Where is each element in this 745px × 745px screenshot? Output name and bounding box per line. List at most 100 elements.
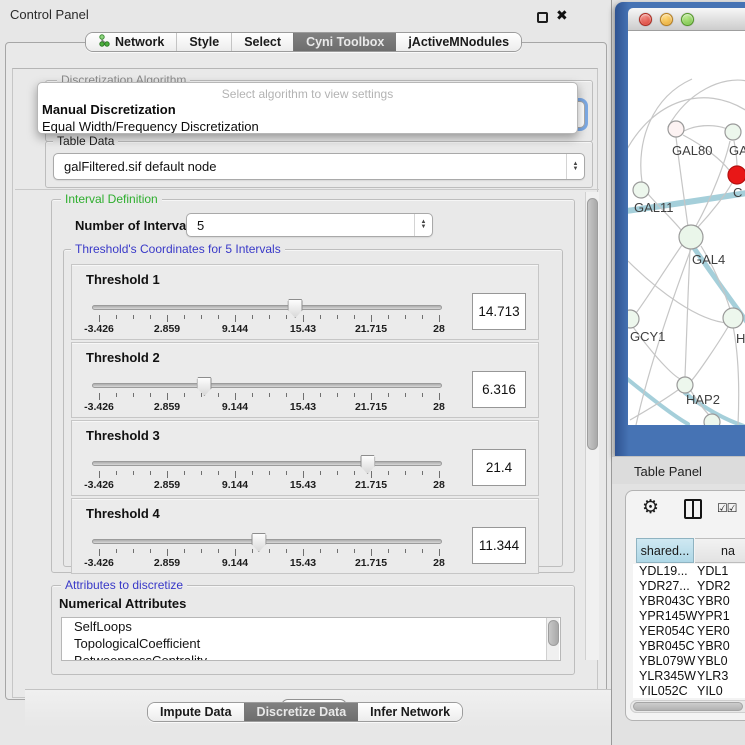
- attribute-list-item[interactable]: BetweennessCentrality: [62, 652, 560, 661]
- network-node-gal80[interactable]: [668, 121, 684, 137]
- tick-label: -3.426: [84, 479, 114, 491]
- settings-scrollbar[interactable]: [585, 192, 599, 660]
- tick-label: 9.144: [222, 323, 248, 335]
- network-node-label: GAL4: [692, 252, 725, 267]
- tick-label: 21.715: [355, 401, 387, 413]
- tab-network-label: Network: [115, 35, 164, 49]
- table-row[interactable]: YLR345WYLR3: [633, 669, 745, 684]
- tab-cyni-toolbox[interactable]: Cyni Toolbox: [293, 33, 396, 51]
- tab-infer-network[interactable]: Infer Network: [358, 703, 462, 721]
- algorithm-hint: Select algorithm to view settings: [38, 83, 577, 101]
- attributes-list-scrollbar[interactable]: [546, 618, 559, 660]
- threshold-slider[interactable]: -3.4262.8599.14415.4321.71528: [86, 457, 448, 491]
- tick-label: 28: [433, 479, 445, 491]
- threshold-slider[interactable]: -3.4262.8599.14415.4321.71528: [86, 379, 448, 413]
- tab-select[interactable]: Select: [231, 33, 293, 51]
- network-window-titlebar[interactable]: [628, 8, 745, 31]
- network-node-label: C: [733, 185, 742, 200]
- table-row[interactable]: YBL079WYBL0: [633, 654, 745, 669]
- network-canvas[interactable]: GAL80GACGAL11GAL4GCY1HHAP2: [628, 31, 745, 425]
- minimize-traffic-light-icon[interactable]: [660, 13, 673, 26]
- network-node-gal11[interactable]: [633, 182, 649, 198]
- tick-label: 15.43: [290, 479, 316, 491]
- slider-ticks: -3.4262.8599.14415.4321.71528: [99, 535, 439, 569]
- threshold-panel: Threshold 1 -3.4262.8599.14415.4321.7152…: [71, 264, 539, 340]
- combo-arrows-icon: ▲▼: [414, 214, 432, 236]
- network-node-label: GAL11: [634, 200, 674, 215]
- tick-label: 21.715: [355, 557, 387, 569]
- tick-label: 2.859: [154, 323, 180, 335]
- network-node-label: H: [736, 331, 745, 346]
- tab-discretize-data[interactable]: Discretize Data: [244, 703, 359, 721]
- threshold-label: Threshold 2: [86, 350, 160, 365]
- tick-label: 9.144: [222, 401, 248, 413]
- table-row[interactable]: YPR145WYPR1: [633, 609, 745, 624]
- threshold-slider[interactable]: -3.4262.8599.14415.4321.71528: [86, 535, 448, 569]
- table-row[interactable]: YDR27...YDR2: [633, 579, 745, 594]
- close-traffic-light-icon[interactable]: [639, 13, 652, 26]
- table-data-combobox[interactable]: galFiltered.sif default node ▲▼: [53, 153, 585, 180]
- table-row[interactable]: YBR045CYBR0: [633, 639, 745, 654]
- top-tab-bar: Network Style Select Cyni Toolbox jActiv…: [85, 32, 522, 52]
- table-horizontal-scrollbar[interactable]: [630, 700, 745, 713]
- table-rows[interactable]: YDL19...YDL1YDR27...YDR2YBR043CYBR0YPR14…: [633, 564, 745, 698]
- network-node-hap2[interactable]: [677, 377, 693, 393]
- table-row[interactable]: YIL052CYIL0: [633, 684, 745, 698]
- tick-label: 15.43: [290, 557, 316, 569]
- table-row[interactable]: YER054CYER0: [633, 624, 745, 639]
- tick-label: 28: [433, 401, 445, 413]
- threshold-slider[interactable]: -3.4262.8599.14415.4321.71528: [86, 301, 448, 335]
- settings-scroll-area: Interval Definition Number of Intervals …: [15, 189, 599, 661]
- node-table-panel: ⚙ ☑☑ shared... na YDL19...YDL1YDR27...YD…: [625, 490, 745, 721]
- tab-style[interactable]: Style: [176, 33, 231, 51]
- threshold-value-field[interactable]: 21.4: [472, 449, 526, 486]
- slider-thumb[interactable]: [197, 377, 212, 396]
- threshold-value-field[interactable]: 14.713: [472, 293, 526, 330]
- network-node-ga[interactable]: [725, 124, 741, 140]
- threshold-value-field[interactable]: 6.316: [472, 371, 526, 408]
- close-icon[interactable]: ✖: [556, 7, 568, 24]
- slider-thumb[interactable]: [288, 299, 303, 318]
- network-node-h[interactable]: [723, 308, 743, 328]
- gear-icon[interactable]: ⚙: [642, 496, 659, 519]
- table-row[interactable]: YDL19...YDL1: [633, 564, 745, 579]
- table-panel-title: Table Panel: [634, 464, 702, 479]
- column-layout-icon[interactable]: [684, 499, 702, 519]
- tab-impute-data[interactable]: Impute Data: [148, 703, 244, 721]
- algorithm-option-equal-width[interactable]: Equal Width/Frequency Discretization: [38, 118, 577, 134]
- threshold-label: Threshold 4: [86, 506, 160, 521]
- zoom-traffic-light-icon[interactable]: [681, 13, 694, 26]
- attribute-list-item[interactable]: SelfLoops: [62, 618, 560, 635]
- threshold-value-field[interactable]: 11.344: [472, 527, 526, 564]
- network-view-window[interactable]: GAL80GACGAL11GAL4GCY1HHAP2: [615, 2, 745, 456]
- algorithm-option-manual[interactable]: Manual Discretization: [38, 101, 577, 118]
- tab-network[interactable]: Network: [86, 33, 176, 51]
- network-node-gal4[interactable]: [679, 225, 703, 249]
- combo-arrows-icon: ▲▼: [566, 154, 584, 179]
- tick-label: 2.859: [154, 479, 180, 491]
- tick-label: 15.43: [290, 323, 316, 335]
- network-node-c[interactable]: [728, 166, 745, 184]
- network-node[interactable]: [704, 414, 720, 425]
- num-intervals-combobox[interactable]: 5 ▲▼: [186, 213, 433, 237]
- threshold-panel: Threshold 2 -3.4262.8599.14415.4321.7152…: [71, 342, 539, 418]
- float-window-icon[interactable]: [537, 12, 548, 23]
- tab-jactivemnodules[interactable]: jActiveMNodules: [396, 33, 521, 51]
- tick-label: 28: [433, 557, 445, 569]
- network-node-gcy1[interactable]: [628, 310, 639, 328]
- panel-title: Control Panel: [10, 7, 89, 22]
- column-header-shared-name[interactable]: shared...: [636, 538, 694, 563]
- select-columns-icon[interactable]: ☑☑: [717, 501, 737, 515]
- interval-definition-title: Interval Definition: [61, 192, 162, 206]
- tick-label: 28: [433, 323, 445, 335]
- column-header-name[interactable]: na: [695, 538, 745, 563]
- numerical-attributes-list[interactable]: SelfLoopsTopologicalCoefficientBetweenne…: [61, 617, 561, 661]
- slider-thumb[interactable]: [251, 533, 266, 552]
- tick-label: 21.715: [355, 479, 387, 491]
- attribute-list-item[interactable]: TopologicalCoefficient: [62, 635, 560, 652]
- tick-label: 21.715: [355, 323, 387, 335]
- table-row[interactable]: YBR043CYBR0: [633, 594, 745, 609]
- attributes-group-title: Attributes to discretize: [61, 578, 187, 592]
- table-panel-titlebar: Table Panel: [612, 456, 745, 484]
- slider-thumb[interactable]: [360, 455, 375, 474]
